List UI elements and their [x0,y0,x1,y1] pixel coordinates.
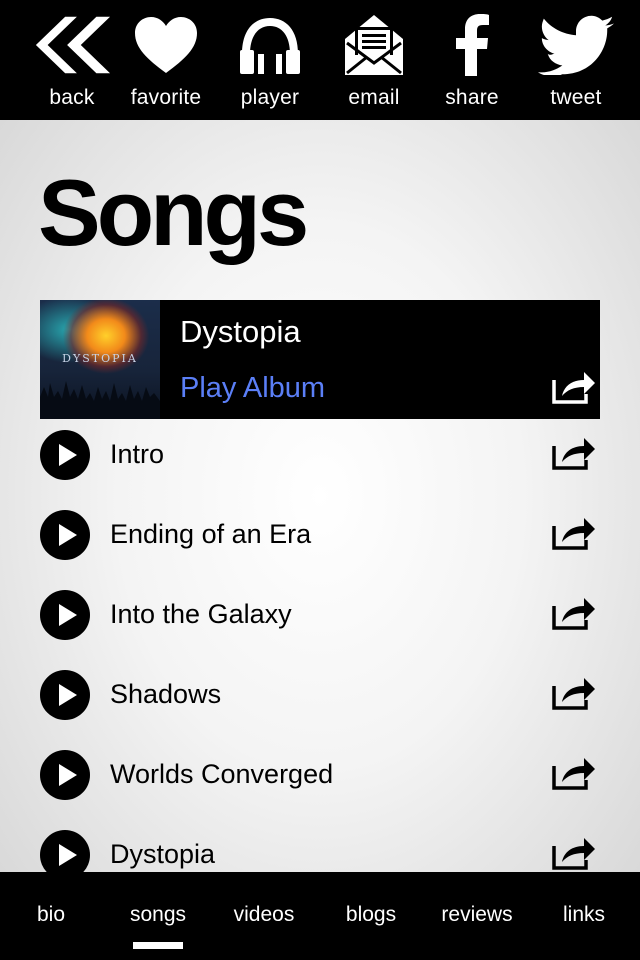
tab-label: blogs [345,903,397,926]
tab-blogs[interactable]: blogs [332,872,410,960]
heart-icon [126,12,206,78]
back-button[interactable]: back [20,0,124,120]
track-title: Dystopia [110,839,216,869]
share-icon[interactable] [552,368,596,404]
track-title: Ending of an Era [110,519,312,549]
play-icon[interactable] [40,750,90,800]
favorite-label: favorite [130,86,202,109]
top-toolbar: back favorite player email share tweet [0,0,640,120]
player-button[interactable]: player [218,0,322,120]
share-icon[interactable] [552,434,596,470]
share-button[interactable]: share [420,0,524,120]
play-icon[interactable] [40,510,90,560]
player-label: player [240,86,300,109]
main-content: Songs DYSTOPIA Dystopia Play Album Intro [0,120,640,872]
track-title: Intro [110,439,165,469]
album-title: Dystopia [180,314,301,349]
album-art: DYSTOPIA [40,300,160,419]
play-icon[interactable] [40,590,90,640]
selected-tab-indicator [133,942,183,949]
email-button[interactable]: email [322,0,426,120]
page-title: Songs [38,160,309,265]
album-header[interactable]: DYSTOPIA Dystopia Play Album [40,300,600,419]
facebook-icon [432,12,512,78]
tab-videos[interactable]: videos [224,872,304,960]
play-icon[interactable] [40,430,90,480]
bottom-nav: bio songs videos blogs reviews links [0,872,640,960]
back-chevrons-icon [32,12,112,78]
headphones-icon [230,12,310,78]
album-art-text: DYSTOPIA [62,352,138,365]
track-title: Worlds Converged [110,759,334,789]
play-icon[interactable] [40,670,90,720]
share-icon[interactable] [552,594,596,630]
back-label: back [49,86,95,109]
track-row[interactable]: Intro [40,430,600,490]
tab-label: reviews [441,903,513,926]
tab-label: videos [233,903,295,926]
share-icon[interactable] [552,754,596,790]
track-row[interactable]: Shadows [40,670,600,730]
track-title: Shadows [110,679,222,709]
tab-label: bio [36,903,66,926]
track-row[interactable]: Into the Galaxy [40,590,600,650]
email-label: email [348,86,400,109]
play-icon[interactable] [40,830,90,872]
share-icon[interactable] [552,834,596,870]
tab-reviews[interactable]: reviews [432,872,522,960]
envelope-icon [334,12,414,78]
track-row[interactable]: Dystopia [40,830,600,872]
favorite-button[interactable]: favorite [114,0,218,120]
tab-label: songs [129,903,187,926]
share-icon[interactable] [552,674,596,710]
tweet-button[interactable]: tweet [524,0,628,120]
share-icon[interactable] [552,514,596,550]
play-album-link[interactable]: Play Album [180,372,325,405]
twitter-bird-icon [536,12,616,78]
album-art-trees [40,381,160,419]
tab-bio[interactable]: bio [16,872,86,960]
track-row[interactable]: Worlds Converged [40,750,600,810]
tweet-label: tweet [550,86,602,109]
tab-label: links [562,903,605,926]
share-label: share [445,86,499,109]
tab-links[interactable]: links [552,872,616,960]
track-title: Into the Galaxy [110,599,292,629]
track-row[interactable]: Ending of an Era [40,510,600,570]
